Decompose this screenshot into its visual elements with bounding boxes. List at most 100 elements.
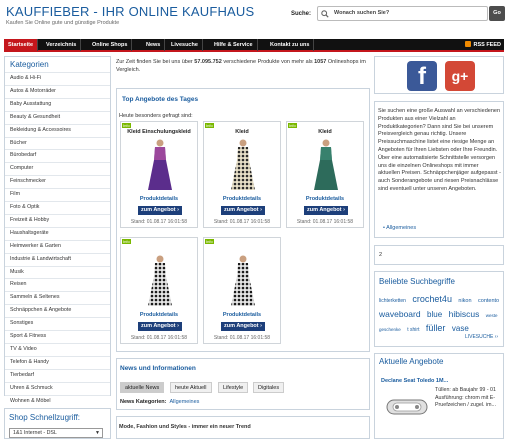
product-title[interactable]: Kleid Einschulungskleid [121, 129, 197, 135]
sidebar-item[interactable]: Sonstiges [5, 317, 110, 327]
zum-angebot-button[interactable]: zum Angebot › [304, 206, 348, 215]
tab-heute-aktuell[interactable]: heute Aktuell [170, 382, 212, 393]
description-category-label[interactable]: Allgemeines [386, 225, 416, 231]
product-details-link[interactable]: Produktdetails [121, 196, 197, 202]
nav-livesuche[interactable]: Livesuche [167, 39, 203, 51]
sidebar-item[interactable]: Computer [5, 162, 110, 172]
offer-name-link[interactable]: Declane Seat Toledo 1M... [381, 378, 448, 384]
site-tagline: Kaufen Sie Online gute und günstige Prod… [6, 20, 120, 26]
product-image[interactable] [229, 254, 257, 309]
product-details-link[interactable]: Produktdetails [204, 312, 280, 318]
product-card[interactable]: Info Kleid Einschulungskleid Produktdeta… [120, 121, 198, 228]
sidebar-item[interactable]: Reisen [5, 278, 110, 288]
sidebar-item[interactable]: Feinschmecker [5, 175, 110, 185]
sidebar-item[interactable]: Foto & Optik [5, 201, 110, 211]
nav-kontakt[interactable]: Kontakt zu uns [266, 39, 315, 51]
nav-online-shops[interactable]: Online Shops [88, 39, 133, 51]
tag-cloud-term[interactable]: hibiscus [449, 309, 480, 319]
fashion-heading: Mode, Fashion und Styles - immer ein neu… [119, 424, 251, 430]
top-offers-subtitle: Heute besonders gefragt sind: [119, 113, 193, 119]
top-offers-title: Top Angebote des Tages [122, 96, 199, 103]
sidebar-item[interactable]: Audio & Hi-Fi [5, 72, 110, 82]
sidebar-item[interactable]: Bekleidung & Accessoires [5, 123, 110, 134]
go-button[interactable]: Go [489, 6, 505, 21]
tab-aktuelle-news[interactable]: aktuelle News [120, 382, 165, 393]
description-category-link[interactable]: • Allgemeines [383, 225, 416, 231]
product-image[interactable] [146, 254, 174, 309]
rss-icon [465, 41, 472, 47]
news-category-link[interactable]: Allgemeines [169, 399, 199, 405]
product-details-link[interactable]: Produktdetails [121, 312, 197, 318]
sidebar-item[interactable]: TV & Video [5, 342, 110, 353]
sidebar-item[interactable]: Musik [5, 265, 110, 276]
search-label: Suche: [291, 11, 312, 17]
tag-cloud-term[interactable]: nikon [458, 298, 471, 304]
sidebar-item[interactable]: Bürobedarf [5, 149, 110, 159]
tag-cloud-term[interactable]: füller [426, 323, 446, 333]
category-sidebar: Kategorien Audio & Hi-Fi Autos & Motorräd… [4, 56, 111, 404]
sidebar-item[interactable]: Baby Ausstattung [5, 97, 110, 108]
tag-cloud-term[interactable]: t shirt [407, 327, 419, 333]
sidebar-item[interactable]: Wohnen & Möbel [5, 394, 110, 405]
tag-cloud-term[interactable]: weste [486, 313, 498, 318]
product-image[interactable] [146, 138, 174, 193]
search-input[interactable]: Wonach suchen Sie? [317, 6, 488, 21]
offer-description: Tüllen: ab Baujahr 99 - 01 Ausführung: c… [435, 387, 496, 408]
google-plus-icon[interactable]: g+ [445, 61, 475, 91]
product-card[interactable]: Info Produktdetails zum Angebot › Stand:… [120, 237, 198, 344]
tab-digitales[interactable]: Digitales [253, 382, 285, 393]
tab-lifestyle[interactable]: Lifestyle [218, 382, 249, 393]
zum-angebot-button[interactable]: zum Angebot › [138, 206, 182, 215]
nav-hilfe-service[interactable]: Hilfe & Service [210, 39, 258, 51]
sidebar-item[interactable]: Film [5, 188, 110, 198]
livesuche-link[interactable]: LIVESUCHE ›› [465, 334, 498, 340]
shop-select[interactable]: 1&1 Internet - DSL ▼ [9, 428, 103, 438]
product-image[interactable] [229, 138, 257, 193]
popular-terms-box: Beliebte Suchbegriffe lichterketten croc… [374, 271, 504, 347]
product-card[interactable]: Info Kleid Produktdetails zum Angebot › … [203, 121, 281, 228]
sidebar-item[interactable]: Autos & Motorräder [5, 84, 110, 95]
sidebar-item[interactable]: Schnäppchen & Angebote [5, 304, 110, 314]
tag-cloud-term[interactable]: crochet4u [412, 294, 452, 304]
tag-cloud-term[interactable]: vase [452, 324, 469, 333]
product-timestamp: Stand: 01.08.17 16:01:58 [213, 335, 271, 341]
sidebar-item[interactable]: Bücher [5, 136, 110, 147]
sidebar-item[interactable]: Beauty & Gesundheit [5, 110, 110, 121]
current-offers-title: Aktuelle Angebote [379, 357, 444, 366]
site-logo[interactable]: KAUFFIEBER - IHR ONLINE KAUFHAUS [6, 4, 254, 19]
sidebar-item[interactable]: Uhren & Schmuck [5, 381, 110, 392]
product-details-link[interactable]: Produktdetails [287, 196, 363, 202]
product-title[interactable]: Kleid [287, 129, 363, 135]
tag-cloud-term[interactable]: geschenke [379, 327, 401, 332]
product-card[interactable]: Info Kleid Produktdetails zum Angebot › … [286, 121, 364, 228]
sidebar-item[interactable]: Tierbedarf [5, 368, 110, 379]
zum-angebot-button[interactable]: zum Angebot › [221, 206, 265, 215]
tag-cloud-term[interactable]: lichterketten [379, 298, 406, 304]
page: KAUFFIEBER - IHR ONLINE KAUFHAUS Kaufen … [0, 0, 508, 439]
product-timestamp: Stand: 01.08.17 16:01:58 [130, 335, 188, 341]
sidebar-item[interactable]: Telefon & Handy [5, 355, 110, 366]
product-title[interactable]: Kleid [204, 129, 280, 135]
product-card[interactable]: Info Produktdetails zum Angebot › Stand:… [203, 237, 281, 344]
sidebar-item[interactable]: Heimwerker & Garten [5, 239, 110, 250]
tag-cloud-term[interactable]: contento [478, 298, 499, 304]
facebook-icon[interactable]: f [407, 61, 437, 91]
product-details-link[interactable]: Produktdetails [204, 196, 280, 202]
nav-startseite[interactable]: Startseite [4, 39, 39, 51]
sidebar-item[interactable]: Sport & Fitness [5, 330, 110, 340]
sidebar-item[interactable]: Industrie & Landwirtschaft [5, 252, 110, 263]
sidebar-item[interactable]: Freizeit & Hobby [5, 213, 110, 224]
current-offers-box: Aktuelle Angebote Declane Seat Toledo 1M… [374, 353, 504, 439]
product-image[interactable] [312, 138, 340, 193]
nav-verzeichnis[interactable]: Verzeichnis [42, 39, 82, 51]
offer-image[interactable] [383, 392, 431, 422]
nav-news[interactable]: News [142, 39, 166, 51]
tag-cloud-term[interactable]: waveboard [379, 309, 421, 319]
rss-feed-link[interactable]: RSS FEED [465, 39, 501, 51]
sidebar-item[interactable]: Haushaltsgeräte [5, 226, 110, 237]
zum-angebot-button[interactable]: zum Angebot › [221, 322, 265, 331]
zum-angebot-button[interactable]: zum Angebot › [138, 322, 182, 331]
sidebar-item[interactable]: Sammeln & Seltenes [5, 291, 110, 301]
chevron-down-icon: ▼ [95, 430, 100, 436]
tag-cloud-term[interactable]: blue [427, 310, 442, 319]
